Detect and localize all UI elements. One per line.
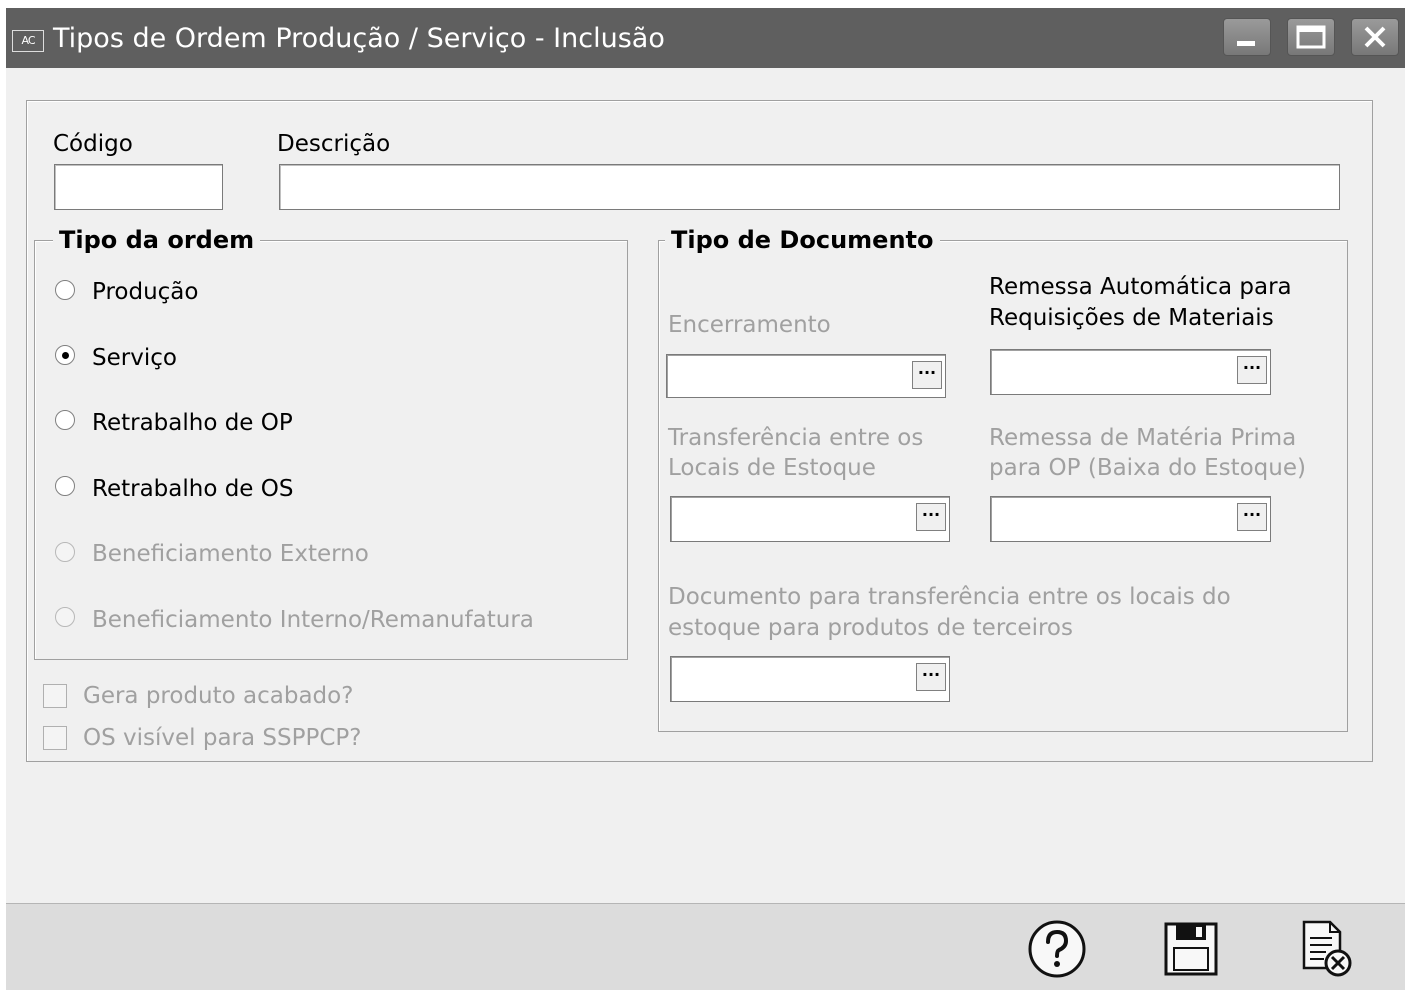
minimize-button[interactable] [1223, 18, 1271, 56]
remessa-mp-lookup-button[interactable]: ··· [1237, 503, 1267, 531]
minimize-icon [1237, 41, 1255, 46]
radio-label: Retrabalho de OP [92, 410, 293, 436]
tipo-ordem-legend: Tipo da ordem [53, 225, 261, 255]
codigo-input[interactable] [54, 164, 223, 210]
remessa-mp-label-line2: para OP (Baixa do Estoque) [989, 455, 1306, 481]
encerramento-label: Encerramento [668, 312, 831, 338]
radio-button[interactable] [55, 476, 75, 496]
codigo-label: Código [53, 131, 133, 157]
remessa-mp-label-line1: Remessa de Matéria Prima [989, 425, 1297, 451]
radio-label: Serviço [92, 345, 177, 371]
save-icon[interactable] [1160, 918, 1222, 980]
remessa-automatica-lookup-button[interactable]: ··· [1237, 356, 1267, 384]
descricao-label: Descrição [277, 131, 391, 157]
window-title: Tipos de Ordem Produção / Serviço - Incl… [53, 23, 665, 54]
transferencia-lookup-button[interactable]: ··· [916, 503, 946, 531]
radio-button[interactable] [55, 410, 75, 430]
footer-toolbar [6, 903, 1405, 990]
radio-label: Retrabalho de OS [92, 476, 294, 502]
maximize-icon [1296, 25, 1326, 49]
form-area: Código Descrição Tipo da ordem Produção … [6, 68, 1405, 903]
descricao-input[interactable] [279, 164, 1340, 210]
doc-terceiros-lookup-button[interactable]: ··· [916, 663, 946, 691]
transferencia-label-line2: Locais de Estoque [668, 455, 876, 481]
radio-label: Produção [92, 279, 199, 305]
remessa-automatica-label-line2: Requisições de Materiais [989, 305, 1274, 331]
radio-button[interactable] [55, 345, 75, 365]
checkbox-label: OS visível para SSPPCP? [83, 725, 362, 751]
radio-selected-dot [62, 352, 69, 359]
encerramento-lookup-field[interactable]: ··· [666, 354, 946, 398]
radio-button [55, 607, 75, 627]
transferencia-label-line1: Transferência entre os [668, 425, 924, 451]
radio-label: Beneficiamento Interno/Remanufatura [92, 607, 534, 633]
tipo-documento-legend: Tipo de Documento [665, 225, 940, 255]
transferencia-lookup-field[interactable]: ··· [670, 496, 950, 542]
radio-label: Beneficiamento Externo [92, 541, 369, 567]
radio-button[interactable] [55, 280, 75, 300]
title-bar[interactable]: AC Tipos de Ordem Produção / Serviço - I… [6, 8, 1405, 68]
doc-terceiros-lookup-field[interactable]: ··· [670, 656, 950, 702]
help-icon[interactable] [1026, 918, 1088, 980]
close-button[interactable] [1351, 18, 1399, 56]
maximize-button[interactable] [1287, 18, 1335, 56]
checkbox [43, 684, 67, 708]
app-icon: AC [12, 30, 44, 52]
dialog-window: AC Tipos de Ordem Produção / Serviço - I… [6, 8, 1405, 990]
radio-button [55, 542, 75, 562]
doc-terceiros-label-line1: Documento para transferência entre os lo… [668, 584, 1231, 610]
remessa-mp-lookup-field[interactable]: ··· [990, 496, 1271, 542]
remessa-automatica-label-line1: Remessa Automática para [989, 274, 1292, 300]
encerramento-lookup-button[interactable]: ··· [912, 361, 942, 389]
close-icon [1364, 26, 1386, 48]
checkbox-label: Gera produto acabado? [83, 683, 354, 709]
remessa-automatica-lookup-field[interactable]: ··· [990, 349, 1271, 395]
cancel-document-icon[interactable] [1294, 918, 1356, 980]
checkbox [43, 726, 67, 750]
doc-terceiros-label-line2: estoque para produtos de terceiros [668, 615, 1073, 641]
